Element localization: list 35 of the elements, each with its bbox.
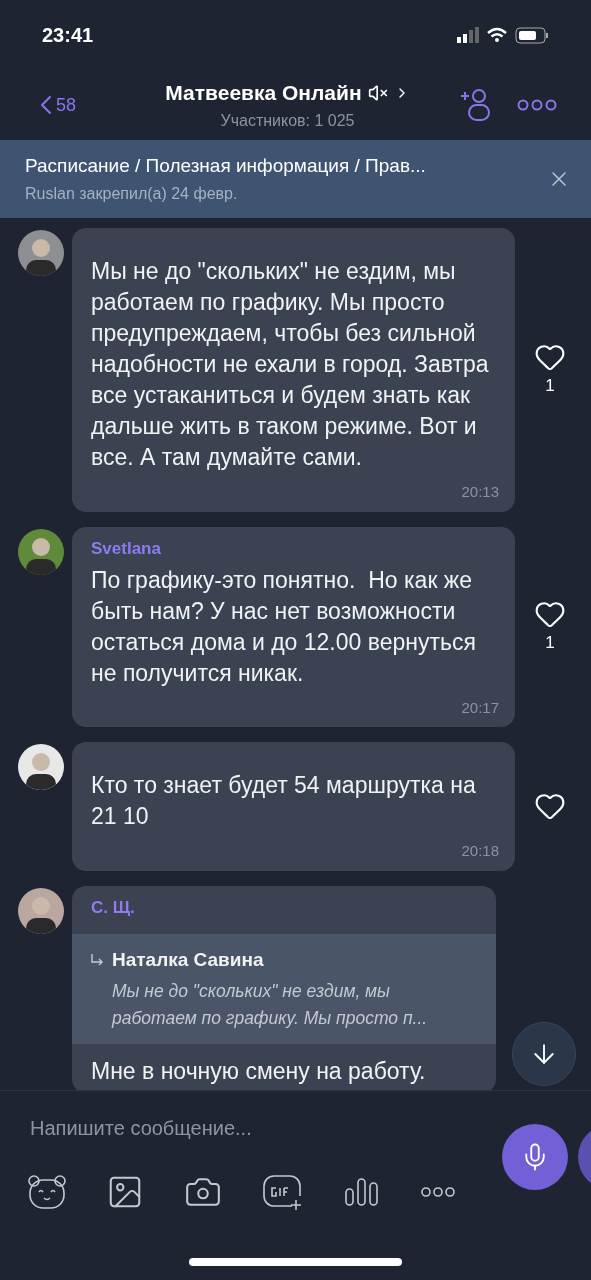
signal-icon bbox=[457, 27, 479, 43]
reply-arrow-icon bbox=[90, 952, 104, 967]
more-options-icon[interactable] bbox=[420, 1186, 456, 1198]
message-time: 20:18 bbox=[461, 841, 499, 861]
more-icon[interactable] bbox=[517, 99, 557, 111]
message-time: 20:13 bbox=[461, 482, 499, 502]
message-text: Кто то знает будет 54 маршрутка на 21 10 bbox=[90, 771, 477, 831]
message-time: 20:17 bbox=[461, 697, 499, 718]
battery-icon bbox=[515, 26, 549, 44]
avatar bbox=[18, 744, 64, 790]
pinned-title: Расписание / Полезная информация / Прав... bbox=[25, 153, 427, 178]
gif-icon[interactable] bbox=[262, 1174, 304, 1210]
audio-icon[interactable] bbox=[344, 1177, 380, 1207]
sticker-icon[interactable] bbox=[28, 1174, 66, 1210]
sender-name: Svetlana bbox=[90, 537, 162, 560]
message-input[interactable]: Напишите сообщение... bbox=[30, 1113, 470, 1143]
add-member-icon[interactable] bbox=[459, 88, 491, 122]
pinned-message-bar[interactable]: Расписание / Полезная информация / Прав... Ruslan закрепил(а) 24 февр. bbox=[0, 140, 591, 218]
reply-text: Мы не до "скольких" не ездим, мы работаем по графику. Мы просто п... bbox=[110, 980, 429, 1030]
chat-title[interactable]: Матвеевка Онлайн bbox=[165, 77, 362, 109]
sender-name: С. Щ. bbox=[90, 896, 136, 919]
wifi-icon bbox=[487, 27, 507, 43]
member-count: Участников: 1 025 bbox=[220, 110, 355, 131]
back-button[interactable]: 58 bbox=[34, 89, 124, 121]
pinned-subtitle: Ruslan закрепил(а) 24 февр. bbox=[25, 184, 239, 205]
message-text: Мы не до "скольких" не ездим, мы работаем по графику. Мы просто предупреждаем, чтобы без сильной надобности не ехали в город. Завтра все устаканиться и будем знать как дальше жить в таком режиме. Вот и все. А там думайте сами. bbox=[90, 257, 490, 472]
message-text: Мне в ночную смену на работу. bbox=[90, 1057, 427, 1086]
reply-author: Наталка Савина bbox=[112, 947, 264, 972]
like-count: 1 bbox=[545, 632, 555, 654]
avatar bbox=[18, 887, 64, 934]
avatar bbox=[18, 230, 64, 276]
message-text: По графику-это понятно. Но как же быть нам? У нас нет возможности остаться дома и до 12.00 вернуться не получится никак. bbox=[90, 565, 477, 688]
avatar bbox=[18, 528, 64, 575]
like-count: 1 bbox=[545, 375, 555, 397]
status-time: 23:41 bbox=[42, 23, 94, 48]
